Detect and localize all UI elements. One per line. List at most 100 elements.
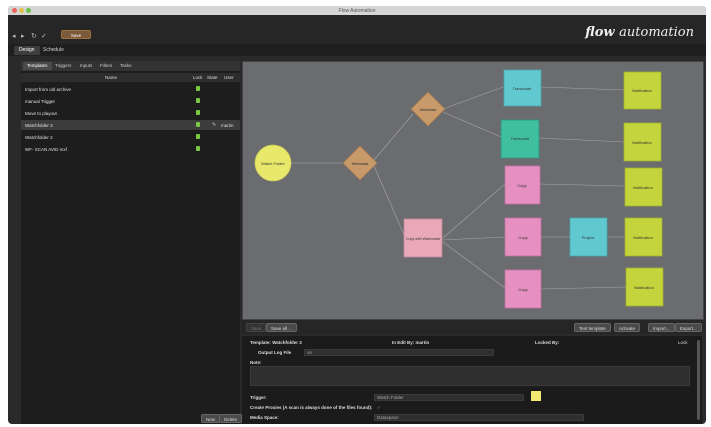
col-user[interactable]: User [224,75,234,80]
tab-schedule[interactable]: Schedule [38,46,69,55]
node-label: Notification [634,285,654,290]
lock-icon [196,134,200,139]
table-header: Name Lock State User [21,73,240,82]
brand-rest: automation [619,25,694,40]
activate-button[interactable]: Activate [614,323,641,332]
node-label: Notification [633,235,653,240]
row-name: Import from old archive [25,87,72,92]
trigger-color-swatch[interactable] [531,391,541,401]
main-tabs: Design Schedule [8,44,706,56]
node-copy-2[interactable]: Copy [504,217,542,257]
row-user: martin [221,123,234,128]
node-label: Watch Folder [261,161,285,166]
node-copy-with-watermark[interactable]: Copy with Watermark [403,218,443,258]
col-name[interactable]: Name [105,75,117,80]
table-row[interactable]: Import from old archive [21,84,240,94]
media-space-row: Media Space: Dataspace [242,413,696,422]
trigger-label: Trigger: [250,395,267,400]
flow-canvas[interactable]: Watch Folder Metadata Metadata Transcode… [242,61,704,320]
table-row[interactable]: Move to playout [21,108,240,118]
node-copy-1[interactable]: Copy [504,165,541,205]
node-notification-2[interactable]: Notification [623,122,662,162]
toolbar: ◂ ▸ ↻ ✓ Save flow automation [8,15,706,44]
node-transcode-1[interactable]: Transcode [503,69,542,107]
properties-panel: Template: Watchfolder 3 In Edit By: mart… [242,336,702,424]
row-name: WF- SCAN AVID mxf [25,147,67,152]
node-transcode-2[interactable]: Transcode [500,119,540,159]
table-row[interactable]: WF- SCAN AVID mxf [21,144,240,154]
lock-icon [196,146,200,151]
save-button[interactable]: Save [61,30,91,39]
template-value: Watchfolder 3 [272,340,302,345]
note-row: Note: [242,358,696,386]
table-row[interactable]: Watchfolder 2 [21,132,240,142]
in-edit-label-text: In Edit By: [392,340,415,345]
sub-tabs: Templates Triggers Inputs Filters Tasks [21,61,240,71]
media-space-label: Media Space: [250,415,279,420]
lock-icon [196,110,200,115]
properties-scrollbar[interactable] [697,340,700,420]
tab-templates[interactable]: Templates [23,62,52,70]
tab-tasks[interactable]: Tasks [116,62,136,70]
table-row-selected[interactable]: Watchfolder 3 ✎ martin [21,120,240,130]
import-button[interactable]: Import... [648,323,675,332]
row-name: Move to playout [25,111,57,116]
node-label: Notification [633,185,653,190]
media-space-field[interactable]: Dataspace [374,414,584,421]
delete-button[interactable]: Delete [219,414,243,423]
row-name: Watchfolder 2 [25,135,53,140]
col-state[interactable]: State [207,75,218,80]
node-notification-5[interactable]: Notification [625,267,664,307]
col-lock[interactable]: Lock [193,75,203,80]
table-row[interactable]: manual Trigger [21,96,240,106]
node-metadata-2[interactable]: Metadata [410,91,446,127]
template-row: Template: Watchfolder 3 In Edit By: mart… [242,338,696,347]
output-log-field[interactable]: on [304,349,494,356]
node-label: Notification [632,88,652,93]
lock-checkbox-label[interactable]: Lock [678,340,688,345]
tab-filters[interactable]: Filters [96,62,116,70]
export-button[interactable]: Export... [675,323,702,332]
node-notification-1[interactable]: Notification [623,71,662,110]
save-all-button[interactable]: Save all ... [266,323,298,332]
node-notification-3[interactable]: Notification [624,167,663,207]
new-button[interactable]: New [201,414,221,423]
output-log-row: Output Log File on [242,348,696,357]
brand-logo: flow automation [585,25,694,40]
connectors [291,86,627,290]
forward-icon[interactable]: ▸ [21,32,25,40]
node-project[interactable]: Project [569,217,608,257]
locked-by-label: Locked By: [535,340,560,345]
proxies-checkbox[interactable]: ✓ [377,405,381,411]
proxies-label: Create Proxies (A scan is always done of… [250,405,373,410]
note-field[interactable] [250,366,690,386]
save-template-button[interactable]: Save [246,323,267,332]
back-icon[interactable]: ◂ [12,32,16,40]
node-metadata-1[interactable]: Metadata [342,145,378,181]
lock-icon [196,98,200,103]
canvas-controls: Save Save all ... Test template Activate… [242,320,702,334]
brand-bold: flow [585,25,615,40]
template-label: Template: Watchfolder 3 [250,340,302,345]
refresh-icon[interactable]: ↻ [31,32,37,40]
node-label: Copy [518,235,527,240]
node-label: Project [582,235,595,240]
window-title: Flow Automation [338,8,376,14]
test-template-button[interactable]: Test template [574,323,611,332]
node-notification-4[interactable]: Notification [624,217,663,257]
trigger-field[interactable]: Watch Folder [374,394,524,401]
proxies-row: Create Proxies (A scan is always done of… [242,403,696,412]
tab-design[interactable]: Design [14,46,40,55]
row-name: manual Trigger [25,99,56,104]
tab-inputs[interactable]: Inputs [76,62,96,70]
node-label: Transcode [513,86,533,91]
tab-triggers[interactable]: Triggers [51,62,75,70]
output-log-label: Output Log File [258,350,292,355]
node-watch-folder[interactable]: Watch Folder [254,144,292,182]
lock-icon [196,122,200,127]
templates-panel: Templates Triggers Inputs Filters Tasks … [21,61,243,424]
node-copy-3[interactable]: Copy [504,269,542,309]
app-window: Flow Automation ◂ ▸ ↻ ✓ Save flow automa… [8,6,706,424]
node-label: Notification [632,140,652,145]
tool-icon[interactable]: ✓ [41,32,47,40]
